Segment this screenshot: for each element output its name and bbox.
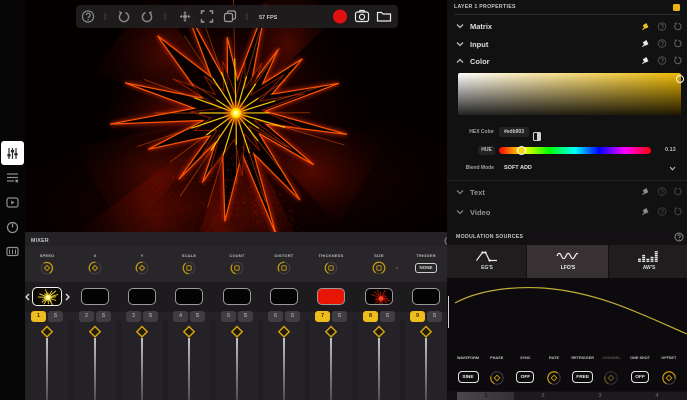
svg-text:57 FPS: 57 FPS — [259, 15, 278, 21]
